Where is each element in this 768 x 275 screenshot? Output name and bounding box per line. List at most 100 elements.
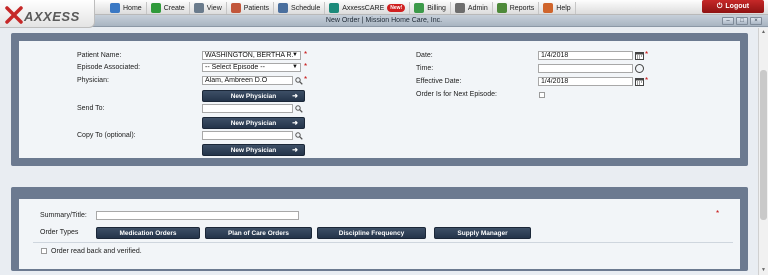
- nav-item-label: Billing: [427, 4, 446, 12]
- search-icon[interactable]: [295, 77, 303, 85]
- nav-item-axxesscare[interactable]: AxxessCARE New!: [325, 2, 411, 14]
- heart-icon: [329, 3, 340, 13]
- chevron-down-icon: ▼: [292, 52, 298, 58]
- nav-item-reports[interactable]: Reports: [493, 2, 540, 14]
- copy-to-label: Copy To (optional):: [77, 132, 136, 139]
- effective-date-value: 1/4/2018: [541, 78, 569, 85]
- nav-item-label: View: [206, 4, 222, 12]
- effective-date-label: Effective Date:: [416, 78, 462, 85]
- new-physician-button[interactable]: New Physician ➜: [202, 117, 305, 129]
- required-mark: *: [645, 76, 649, 85]
- next-episode-label: Order Is for Next Episode:: [416, 91, 497, 98]
- plus-icon: [150, 3, 161, 13]
- nav-item-create[interactable]: Create: [147, 2, 190, 14]
- reports-icon: [496, 3, 507, 13]
- supply-manager-label: Supply Manager: [457, 229, 508, 237]
- maximize-button[interactable]: □: [736, 17, 748, 25]
- billing-icon: [414, 3, 425, 13]
- plan-of-care-orders-label: Plan of Care Orders: [227, 229, 290, 237]
- discipline-frequency-label: Discipline Frequency: [338, 229, 405, 237]
- effective-date-input[interactable]: 1/4/2018: [538, 77, 633, 86]
- patients-icon: [230, 3, 241, 13]
- episode-label: Episode Associated:: [77, 64, 141, 71]
- patient-name-value: WASHINGTON, BERTHA R.: [205, 52, 294, 59]
- nav-item-admin[interactable]: Admin: [451, 2, 493, 14]
- magnifier-icon: [193, 3, 204, 13]
- send-to-label: Send To:: [77, 105, 105, 112]
- gear-icon: [454, 3, 465, 13]
- required-mark: *: [304, 50, 308, 59]
- medication-orders-label: Medication Orders: [119, 229, 177, 237]
- chevron-down-icon: ▼: [292, 64, 298, 70]
- order-details-form: Patient Name: WASHINGTON, BERTHA R. ▼ * …: [19, 41, 740, 158]
- next-episode-checkbox[interactable]: [539, 92, 545, 98]
- summary-title-label: Summary/Title:: [40, 212, 87, 219]
- order-details-panel: Patient Name: WASHINGTON, BERTHA R. ▼ * …: [11, 33, 748, 166]
- calendar-icon[interactable]: [635, 51, 645, 60]
- minimize-button[interactable]: –: [722, 17, 734, 25]
- episode-select[interactable]: -- Select Episode -- ▼: [202, 63, 301, 72]
- arrow-right-icon: ➜: [292, 93, 298, 100]
- send-to-input[interactable]: [202, 104, 293, 113]
- nav-item-label: Patients: [243, 4, 270, 12]
- nav-item-patients[interactable]: Patients: [227, 2, 275, 14]
- nav-item-label: Schedule: [291, 4, 321, 12]
- nav-item-label: Help: [556, 4, 571, 12]
- copy-to-input[interactable]: [202, 131, 293, 140]
- new-physician-button[interactable]: New Physician ➜: [202, 144, 305, 156]
- nav-item-help[interactable]: Help: [539, 2, 576, 14]
- order-summary-panel: Summary/Title: * Order Types Medication …: [11, 187, 748, 271]
- logout-button[interactable]: ⏻ Logout: [702, 0, 764, 13]
- physician-value: Alam, Ambreen D.O: [205, 77, 268, 84]
- nav-item-label: Home: [123, 4, 142, 12]
- nav-item-home[interactable]: Home: [106, 2, 147, 14]
- date-input[interactable]: 1/4/2018: [538, 51, 633, 60]
- nav-item-label: AxxessCARE: [342, 4, 385, 12]
- read-back-label: Order read back and verified.: [51, 248, 142, 255]
- nav-item-view[interactable]: View: [190, 2, 227, 14]
- summary-title-input[interactable]: [96, 211, 299, 220]
- discipline-frequency-button[interactable]: Discipline Frequency: [317, 227, 426, 239]
- close-button[interactable]: ×: [750, 17, 762, 25]
- time-label: Time:: [416, 65, 434, 72]
- medication-orders-button[interactable]: Medication Orders: [96, 227, 200, 239]
- main-nav: Home Create View Patients Schedule AxxessCARE…: [106, 2, 576, 14]
- home-icon: [110, 3, 120, 13]
- scroll-down-arrow-icon[interactable]: ▼: [760, 267, 767, 274]
- date-label: Date:: [416, 52, 433, 59]
- plan-of-care-orders-button[interactable]: Plan of Care Orders: [205, 227, 312, 239]
- arrow-right-icon: ➜: [292, 120, 298, 127]
- required-mark: *: [304, 62, 308, 71]
- physician-input[interactable]: Alam, Ambreen D.O: [202, 76, 293, 85]
- nav-item-label: Create: [163, 4, 185, 12]
- search-icon[interactable]: [295, 132, 303, 140]
- required-mark: *: [304, 75, 308, 84]
- search-icon[interactable]: [295, 105, 303, 113]
- axxess-logo-icon: [5, 6, 23, 24]
- supply-manager-button[interactable]: Supply Manager: [434, 227, 531, 239]
- scroll-up-arrow-icon[interactable]: ▲: [760, 29, 767, 36]
- time-input[interactable]: [538, 64, 633, 73]
- new-physician-button[interactable]: New Physician ➜: [202, 90, 305, 102]
- read-back-checkbox[interactable]: [41, 248, 47, 254]
- power-icon: ⏻: [716, 2, 723, 10]
- logo-text: AXXESS: [24, 9, 80, 24]
- patient-name-label: Patient Name:: [77, 52, 122, 59]
- clock-icon[interactable]: [635, 64, 644, 73]
- calendar-icon[interactable]: [635, 77, 645, 86]
- nav-item-label: Admin: [467, 4, 488, 12]
- top-nav-bar: Home Create View Patients Schedule AxxessCARE…: [0, 0, 768, 15]
- divider: [33, 242, 733, 243]
- new-physician-label: New Physician: [230, 146, 277, 154]
- window-controls: – □ ×: [722, 17, 762, 25]
- axxess-logo[interactable]: AXXESS: [0, 0, 95, 28]
- nav-item-schedule[interactable]: Schedule: [274, 2, 326, 14]
- order-types-label: Order Types: [40, 229, 79, 236]
- arrow-right-icon: ➜: [292, 147, 298, 154]
- required-mark: *: [645, 50, 649, 59]
- new-physician-label: New Physician: [230, 119, 277, 127]
- nav-item-billing[interactable]: Billing: [410, 2, 451, 14]
- scrollbar[interactable]: ▲ ▼: [758, 28, 768, 275]
- scroll-thumb[interactable]: [760, 70, 767, 220]
- patient-name-select[interactable]: WASHINGTON, BERTHA R. ▼: [202, 51, 301, 60]
